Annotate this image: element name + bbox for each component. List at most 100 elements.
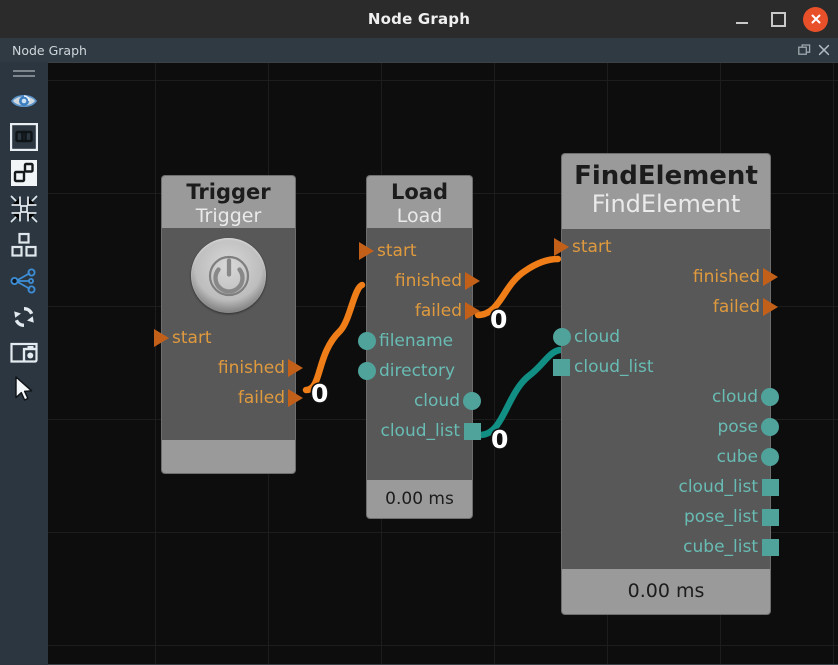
data-port-circle-icon — [463, 392, 481, 410]
port-findelement-in-cloud[interactable]: cloud — [553, 324, 621, 350]
port-trigger-in-start[interactable]: start — [154, 325, 212, 351]
port-findelement-out-failed[interactable]: failed — [712, 294, 778, 320]
edge-badge-load-findelement-cloud: 0 — [491, 425, 509, 454]
port-findelement-out-pose-list[interactable]: pose_list — [684, 504, 779, 530]
nodes-icon[interactable] — [7, 156, 41, 190]
flow-port-triangle-icon — [465, 272, 480, 290]
minimize-icon[interactable] — [731, 8, 753, 30]
flow-port-triangle-icon — [554, 238, 569, 256]
flow-port-triangle-icon — [465, 302, 480, 320]
flow-port-triangle-icon — [763, 298, 778, 316]
flow-port-triangle-icon — [288, 389, 303, 407]
trigger-power-button[interactable] — [191, 238, 266, 313]
data-port-square-icon — [762, 478, 779, 496]
refresh-icon[interactable] — [7, 300, 41, 334]
data-port-circle-icon — [358, 362, 376, 380]
data-port-circle-icon — [761, 388, 779, 406]
node-load-subtitle: Load — [396, 204, 443, 227]
port-load-out-failed[interactable]: failed — [414, 298, 480, 324]
port-label: cloud — [711, 387, 758, 407]
port-label: cloud — [574, 327, 621, 347]
port-label: filename — [379, 331, 454, 351]
node-trigger-title: Trigger — [186, 180, 271, 204]
node-findelement[interactable]: FindElement FindElement start finished f… — [553, 154, 779, 614]
node-trigger-subtitle: Trigger — [195, 204, 262, 227]
data-port-circle-icon — [553, 328, 571, 346]
port-trigger-out-failed[interactable]: failed — [238, 385, 303, 411]
port-load-out-cloud-list[interactable]: cloud_list — [380, 418, 481, 444]
data-port-square-icon — [762, 508, 779, 526]
node-load-title: Load — [390, 180, 448, 204]
share-nodes-icon[interactable] — [7, 264, 41, 298]
dock-header: Node Graph — [0, 38, 838, 62]
window-title: Node Graph — [367, 10, 471, 28]
edge-badge-load-findelement-flow: 0 — [490, 305, 508, 334]
grip-icon[interactable] — [13, 68, 35, 78]
node-trigger-footer — [162, 440, 295, 473]
port-findelement-in-start[interactable]: start — [554, 234, 612, 260]
port-label: cloud_list — [380, 421, 460, 441]
eye-icon[interactable] — [7, 84, 41, 118]
port-findelement-in-cloud-list[interactable]: cloud_list — [553, 354, 654, 380]
port-trigger-out-finished[interactable]: finished — [217, 355, 303, 381]
port-label: finished — [394, 271, 462, 291]
grid-layout-icon[interactable] — [7, 228, 41, 262]
node-trigger-body: start finished failed — [154, 228, 303, 440]
node-findelement-subtitle: FindElement — [591, 190, 741, 219]
flow-port-triangle-icon — [359, 242, 374, 260]
port-findelement-out-cube-list[interactable]: cube_list — [683, 534, 779, 560]
power-icon — [208, 255, 249, 296]
port-label: finished — [692, 267, 760, 287]
data-port-square-icon — [464, 422, 481, 440]
data-port-circle-icon — [761, 418, 779, 436]
port-label: cloud_list — [574, 357, 654, 377]
port-label: failed — [414, 301, 462, 321]
flow-port-triangle-icon — [763, 268, 778, 286]
port-findelement-out-finished[interactable]: finished — [692, 264, 778, 290]
dock-controls — [796, 42, 832, 59]
collapse-arrows-icon[interactable] — [7, 192, 41, 226]
port-label: finished — [217, 358, 285, 378]
dock-title: Node Graph — [12, 42, 87, 58]
editor-body: Trigger Trigger start finished failed Lo… — [0, 62, 838, 665]
port-label: cube_list — [683, 537, 758, 557]
port-findelement-out-cloud[interactable]: cloud — [711, 384, 779, 410]
node-trigger[interactable]: Trigger Trigger start finished failed — [154, 176, 303, 473]
port-findelement-out-cube[interactable]: cube — [716, 444, 779, 470]
port-findelement-out-pose[interactable]: pose — [717, 414, 779, 440]
port-load-in-start[interactable]: start — [359, 238, 417, 264]
data-port-square-icon — [553, 358, 570, 376]
node-graph-window: Node Graph Node Graph Trigger Trigger st… — [0, 0, 838, 665]
close-icon[interactable] — [803, 6, 828, 32]
cursor-arrow-icon[interactable] — [7, 372, 41, 406]
camera-icon[interactable] — [7, 336, 41, 370]
node-findelement-runtime: 0.00 ms — [627, 580, 705, 602]
float-window-icon[interactable] — [796, 42, 813, 59]
node-trigger-header: Trigger Trigger — [162, 176, 295, 228]
flow-port-triangle-icon — [154, 329, 169, 347]
node-findelement-footer: 0.00 ms — [562, 569, 770, 614]
window-title-bar: Node Graph — [0, 0, 838, 38]
port-load-out-cloud[interactable]: cloud — [413, 388, 481, 414]
window-controls — [731, 0, 828, 38]
port-label: cloud_list — [678, 477, 758, 497]
port-label: cloud — [413, 391, 460, 411]
node-load[interactable]: Load Load start finished failed filename… — [358, 176, 481, 518]
node-findelement-body: start finished failed cloud cloud_list c… — [553, 229, 779, 569]
port-label: start — [572, 237, 612, 257]
flow-port-triangle-icon — [288, 359, 303, 377]
port-label: pose_list — [684, 507, 758, 527]
data-port-circle-icon — [358, 332, 376, 350]
graph-canvas[interactable]: Trigger Trigger start finished failed Lo… — [48, 62, 838, 665]
edge-badge-trigger-load: 0 — [311, 379, 329, 408]
select-all-icon[interactable] — [7, 120, 41, 154]
port-label: directory — [379, 361, 456, 381]
dock-close-icon[interactable] — [815, 42, 832, 59]
port-load-in-filename[interactable]: filename — [358, 328, 454, 354]
port-label: cube — [716, 447, 758, 467]
port-findelement-out-cloud-list[interactable]: cloud_list — [678, 474, 779, 500]
port-load-out-finished[interactable]: finished — [394, 268, 480, 294]
maximize-icon[interactable] — [767, 8, 789, 30]
port-label: failed — [712, 297, 760, 317]
port-load-in-directory[interactable]: directory — [358, 358, 456, 384]
